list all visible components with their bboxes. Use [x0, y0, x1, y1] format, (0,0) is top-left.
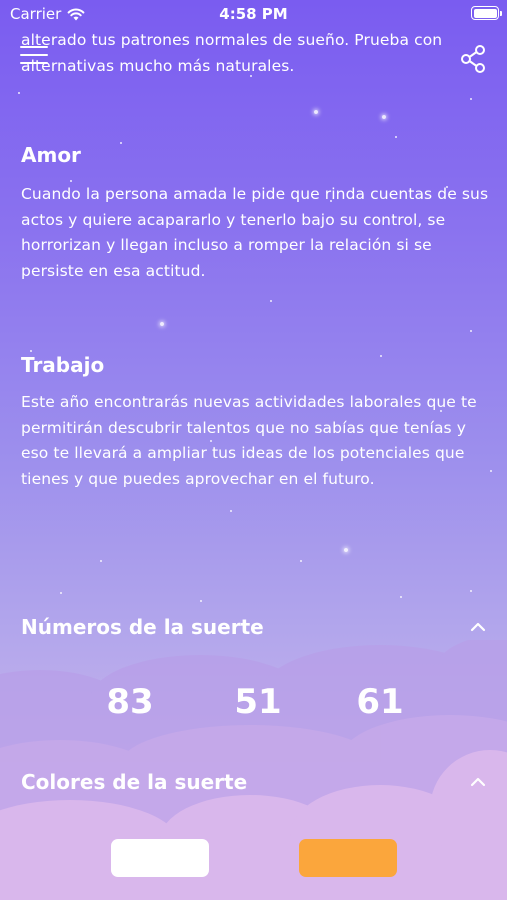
status-bar: Carrier 4:58 PM — [0, 0, 507, 28]
menu-line — [20, 62, 48, 64]
section-text-work: Este año encontrarás nuevas actividades … — [21, 393, 477, 488]
menu-line — [20, 54, 48, 56]
menu-line — [20, 46, 48, 48]
battery-nub — [500, 11, 502, 16]
lucky-colors-header[interactable]: Colores de la suerte — [21, 770, 487, 794]
horoscope-content: alterado tus patrones normales de sueño.… — [21, 28, 489, 492]
section-title-work: Trabajo — [21, 353, 105, 377]
chevron-up-icon[interactable] — [469, 776, 487, 788]
hamburger-menu-icon[interactable] — [20, 46, 48, 68]
chevron-up-icon[interactable] — [469, 621, 487, 633]
lucky-color-swatch — [111, 839, 209, 877]
section-text-love: Cuando la persona amada le pide que rind… — [21, 185, 489, 280]
lucky-numbers-title: Números de la suerte — [21, 615, 264, 639]
lucky-number: 61 — [356, 682, 404, 722]
status-time: 4:58 PM — [219, 5, 288, 23]
section-title-love: Amor — [21, 143, 81, 167]
intro-paragraph: alterado tus patrones normales de sueño.… — [21, 31, 443, 75]
lucky-numbers-header[interactable]: Números de la suerte — [21, 615, 487, 639]
battery-level — [473, 8, 497, 18]
share-icon[interactable] — [459, 44, 487, 74]
lucky-number: 51 — [234, 682, 282, 722]
lucky-color-swatch — [299, 839, 397, 877]
lucky-colors-title: Colores de la suerte — [21, 770, 248, 794]
battery-icon — [471, 6, 502, 20]
lucky-number: 83 — [106, 682, 154, 722]
